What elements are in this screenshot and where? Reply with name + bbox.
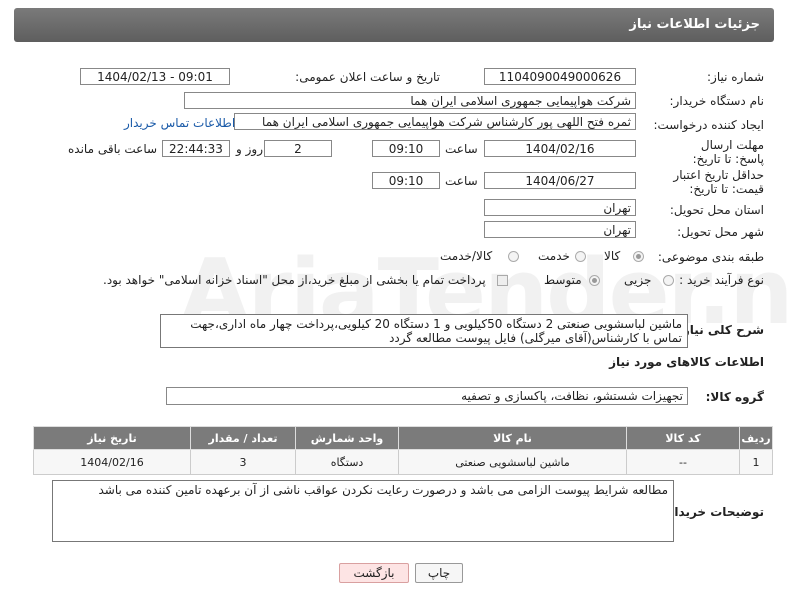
buyer-notes-textarea[interactable]: مطالعه شرایط پیوست الزامی می باشد و درصو… [52,480,674,542]
buyer-label: نام دستگاه خریدار: [669,94,765,108]
deadline-time-label: ساعت [445,142,478,156]
table-row: 1 -- ماشین لباسشویی صنعتی دستگاه 3 1404/… [33,449,773,475]
buyer-field: شرکت هواپیمایی جمهوری اسلامی ایران هما [184,92,636,109]
cell-date: 1404/02/16 [33,449,191,475]
days-label: روز و [236,142,263,156]
description-label: شرح کلی نیاز: [678,323,764,337]
validity-time-field: 09:10 [372,172,440,189]
validity-date-field: 1404/06/27 [484,172,636,189]
validity-time-label: ساعت [445,174,478,188]
category-option-service: خدمت [538,249,570,263]
col-name-header: نام کالا [398,426,627,450]
cell-row: 1 [739,449,773,475]
treasury-payment-checkbox[interactable] [497,275,508,286]
announce-label: تاریخ و ساعت اعلان عمومی: [295,70,440,84]
city-label: شهر محل تحویل: [677,225,764,239]
items-table: ردیف کد کالا نام کالا واحد شمارش تعداد /… [33,426,773,475]
deadline-date-field: 1404/02/16 [484,140,636,157]
back-button[interactable]: بازگشت [339,563,409,583]
payment-note: پرداخت تمام یا بخشی از مبلغ خرید،از محل … [103,273,486,287]
remaining-label: ساعت باقی مانده [68,142,158,156]
category-option-both: کالا/خدمت [440,249,493,263]
page-header: جزئیات اطلاعات نیاز [14,8,774,42]
creator-label: ایجاد کننده درخواست: [653,118,764,132]
process-radio-minor[interactable] [663,275,674,286]
col-unit-header: واحد شمارش [295,426,399,450]
days-field: 2 [264,140,332,157]
validity-label: حداقل تاریخ اعتبار قیمت: تا تاریخ: [673,168,764,196]
remaining-time-field: 22:44:33 [162,140,230,157]
print-button[interactable]: چاپ [415,563,463,583]
announce-field: 1404/02/13 - 09:01 [80,68,230,85]
buyer-notes-label: توضیحات خریدار: [662,505,764,519]
category-radio-service[interactable] [575,251,586,262]
deadline-label: مهلت ارسال پاسخ: تا تاریخ: [692,138,764,166]
need-number-field: 1104090049000626 [484,68,636,85]
cell-qty: 3 [190,449,296,475]
goods-section-title: اطلاعات کالاهای مورد نیاز [609,355,764,369]
process-radio-medium[interactable] [589,275,600,286]
cell-name: ماشین لباسشویی صنعتی [398,449,627,475]
cell-code: -- [626,449,740,475]
col-code-header: کد کالا [626,426,740,450]
goods-group-label: گروه کالا: [705,390,764,404]
process-label: نوع فرآیند خرید : [679,273,764,287]
process-option-minor: جزیی [624,273,652,287]
category-label: طبقه بندی موضوعی: [657,250,764,264]
category-radio-goods[interactable] [633,251,644,262]
buyer-contact-link[interactable]: اطلاعات تماس خریدار [124,116,235,130]
city-field: تهران [484,221,636,238]
description-textarea[interactable]: ماشین لباسشویی صنعتی 2 دستگاه 50کیلویی و… [160,314,688,348]
col-qty-header: تعداد / مقدار [190,426,296,450]
col-row-header: ردیف [739,426,773,450]
process-option-medium: متوسط [544,273,582,287]
col-date-header: تاریخ نیاز [33,426,191,450]
table-header-row: ردیف کد کالا نام کالا واحد شمارش تعداد /… [33,426,773,450]
creator-field: ثمره فتح اللهی پور کارشناس شرکت هواپیمای… [234,113,636,130]
page-title: جزئیات اطلاعات نیاز [629,17,760,32]
province-label: استان محل تحویل: [669,203,764,217]
need-number-label: شماره نیاز: [707,70,764,84]
category-radio-both[interactable] [508,251,519,262]
goods-group-field: تجهیزات شستشو، نظافت، پاکسازی و تصفیه [166,387,688,405]
province-field: تهران [484,199,636,216]
category-option-goods: کالا [604,249,621,263]
cell-unit: دستگاه [295,449,399,475]
deadline-time-field: 09:10 [372,140,440,157]
